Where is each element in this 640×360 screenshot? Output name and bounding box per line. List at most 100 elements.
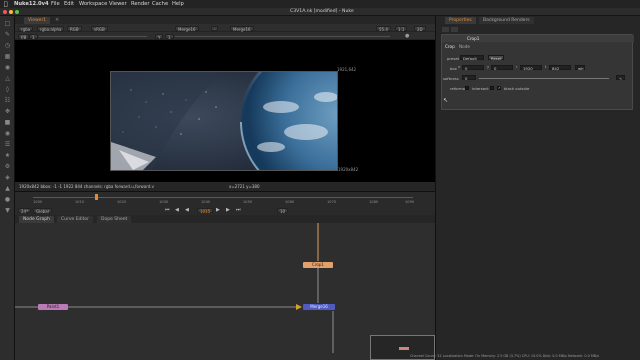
lock-icon[interactable]: ● <box>405 33 409 39</box>
zoom-button[interactable] <box>15 10 19 14</box>
color-tool-icon[interactable]: ◉ <box>3 64 12 71</box>
menu-workspace[interactable]: Workspace <box>79 1 107 7</box>
softness-curve-button[interactable]: ∿ <box>616 75 625 81</box>
plugin-tool-icon[interactable]: ▲ <box>3 185 12 192</box>
preset-dropdown[interactable]: Default <box>460 55 484 61</box>
black-outside-label: black outside <box>504 86 530 91</box>
keyer-tool-icon[interactable]: ◊ <box>3 86 12 93</box>
tab-properties[interactable]: Properties <box>445 17 476 24</box>
skip-end-icon[interactable]: ⏭ <box>236 208 241 213</box>
box-wh-button[interactable]: wh <box>575 65 585 71</box>
timeline-track[interactable] <box>33 197 413 198</box>
minimize-button[interactable] <box>9 10 13 14</box>
box-r-field[interactable]: 1920 <box>520 65 542 71</box>
tab-curve-editor[interactable]: Curve Editor <box>57 216 94 223</box>
menu-viewer[interactable]: Viewer <box>109 1 127 7</box>
3d-tool-icon[interactable]: ■ <box>3 119 12 126</box>
tab-dope-sheet[interactable]: Dope Sheet <box>97 216 132 223</box>
input-b-dropdown[interactable]: Merge16 <box>230 25 254 32</box>
earth-from-space-image <box>111 72 337 170</box>
channel-tool-icon[interactable]: ▦ <box>3 53 12 60</box>
tab-background-renders[interactable]: Background Renders <box>479 17 534 24</box>
particles-tool-icon[interactable]: ● <box>3 196 12 203</box>
menu-cache[interactable]: Cache <box>152 1 168 7</box>
image-tool-icon[interactable]: □ <box>3 20 12 27</box>
time-tool-icon[interactable]: ◷ <box>3 42 12 49</box>
timeline-playhead[interactable] <box>95 194 98 200</box>
step-forward-icon[interactable]: ▶ <box>226 208 230 213</box>
node-graph-canvas[interactable]: Crop1 Paint1 Merge16 <box>15 223 435 360</box>
other-tool-icon[interactable]: ⚙ <box>3 163 12 170</box>
panel-clear-icon[interactable] <box>451 27 458 32</box>
node-crop1[interactable]: Crop1 <box>303 262 333 268</box>
softness-field[interactable]: 0 <box>462 75 476 81</box>
softness-slider[interactable] <box>479 77 609 79</box>
display-dropdown[interactable]: sRGB <box>91 25 108 32</box>
gamma-value[interactable]: 1 <box>165 33 174 40</box>
gamma-label: Y <box>155 33 164 40</box>
intersect-checkbox[interactable] <box>490 86 494 90</box>
frame-label: 1000 <box>33 200 43 204</box>
input-a-dropdown[interactable]: Merge16 <box>175 25 199 32</box>
zoom-dropdown[interactable]: 55.4 <box>376 25 391 32</box>
box-label: box <box>450 66 457 71</box>
skip-start-icon[interactable]: ⏮ <box>165 208 170 213</box>
view-mode-dropdown[interactable]: 2D <box>414 25 426 32</box>
layer-dropdown[interactable]: rgba.alpha <box>37 25 65 32</box>
reformat-checkbox[interactable] <box>465 86 469 90</box>
viewer-bbox-info: 1920x842 bbox: -1 -1 1922 844 channels: … <box>19 183 155 189</box>
tab-close-icon[interactable]: × <box>55 17 59 23</box>
node-paint1[interactable]: Paint1 <box>38 304 68 310</box>
box-t-prefix: t <box>545 65 547 69</box>
node-name-field[interactable]: Crop1 <box>467 36 479 41</box>
deep-tool-icon[interactable]: ▼ <box>3 207 12 214</box>
gain-slider[interactable] <box>39 35 147 37</box>
current-frame-field[interactable]: 1015 <box>197 208 214 214</box>
black-outside-checkbox[interactable]: ✓ <box>497 86 501 90</box>
reset-button[interactable]: Reset <box>488 55 504 61</box>
views-tool-icon[interactable]: ◉ <box>3 130 12 137</box>
subtab-node[interactable]: Node <box>459 44 470 49</box>
app-name-menu[interactable]: Nuke12.0v4 <box>14 1 49 7</box>
input-separator: - <box>211 25 219 32</box>
step-field[interactable]: 10 <box>277 208 289 214</box>
softness-label: softness <box>443 76 459 81</box>
box-y-prefix: y <box>487 65 490 69</box>
merge-tool-icon[interactable]: ☷ <box>3 97 12 104</box>
menu-help[interactable]: Help <box>172 1 184 7</box>
zoom-ratio-dropdown[interactable]: 1:1 <box>395 25 408 32</box>
fps-field[interactable]: 24* <box>18 208 32 214</box>
step-back-icon[interactable]: ◀ <box>175 208 179 213</box>
close-button[interactable] <box>3 10 7 14</box>
timeline: 1000 1010 1020 1030 1040 1050 1060 1070 … <box>15 191 435 215</box>
filter-tool-icon[interactable]: △ <box>3 75 12 82</box>
node-merge16[interactable]: Merge16 <box>303 304 335 310</box>
node-toolbar: □ ✎ ◷ ▦ ◉ △ ◊ ☷ ✥ ■ ◉ ☰ ★ ⚙ ◈ ▲ ● ▼ <box>0 16 15 360</box>
apple-icon[interactable]:  <box>4 1 8 8</box>
gamma-slider[interactable] <box>175 35 390 37</box>
menu-edit[interactable]: Edit <box>64 1 74 7</box>
frame-label: 1090 <box>405 200 415 204</box>
furnace-tool-icon[interactable]: ◈ <box>3 174 12 181</box>
frame-label: 1080 <box>369 200 379 204</box>
transform-tool-icon[interactable]: ✥ <box>3 108 12 115</box>
subtab-crop[interactable]: Crop <box>445 44 455 49</box>
play-forward-icon[interactable]: ▶ <box>216 208 220 213</box>
toolsets-tool-icon[interactable]: ★ <box>3 152 12 159</box>
metadata-tool-icon[interactable]: ☰ <box>3 141 12 148</box>
box-t-field[interactable]: 842 <box>549 65 571 71</box>
panel-max-icon[interactable] <box>442 27 449 32</box>
box-x-field[interactable]: 0 <box>462 65 484 71</box>
play-backward-icon[interactable]: ◀ <box>185 208 189 213</box>
channels-dropdown[interactable]: rgba <box>18 25 34 32</box>
range-dropdown[interactable]: Global <box>33 208 52 214</box>
mac-menubar:  Nuke12.0v4 File Edit Workspace Viewer … <box>0 0 640 8</box>
menu-render[interactable]: Render <box>131 1 149 7</box>
colorspace-dropdown[interactable]: RGB <box>67 25 82 32</box>
box-y-field[interactable]: 0 <box>491 65 513 71</box>
tab-viewer1[interactable]: Viewer1 <box>24 17 51 24</box>
menu-file[interactable]: File <box>51 1 60 7</box>
draw-tool-icon[interactable]: ✎ <box>3 31 12 38</box>
tab-node-graph[interactable]: Node Graph <box>19 216 54 223</box>
gain-value[interactable]: 1 <box>29 33 38 40</box>
